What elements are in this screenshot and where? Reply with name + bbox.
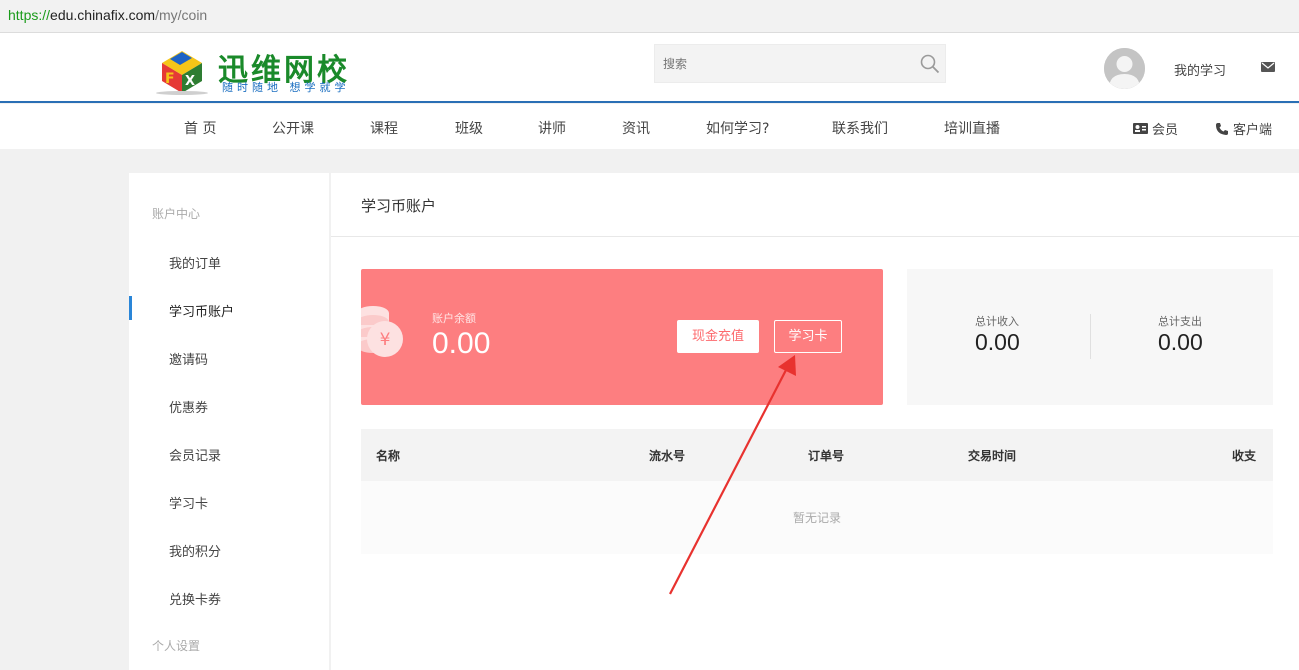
column-header-order: 订单号 xyxy=(808,449,845,463)
sidebar-item-invite-code[interactable]: 邀请码 xyxy=(169,349,208,368)
coin-account-panel: 学习币账户 ¥ 账户余额 0.00 现金充值 学习卡 总计收入 0.00 总计支… xyxy=(331,173,1299,670)
nav-client-link[interactable]: 客户端 xyxy=(1215,119,1272,138)
main-nav: 首 页 公开课 课程 班级 讲师 资讯 如何学习? 联系我们 培训直播 会员 客… xyxy=(0,104,1299,149)
balance-value: 0.00 xyxy=(432,327,491,360)
coin-stack-icon: ¥ xyxy=(361,306,403,357)
logo-cube-icon: F X xyxy=(156,51,208,95)
phone-icon xyxy=(1216,122,1228,135)
total-income-value: 0.00 xyxy=(975,329,1020,355)
nav-item-courses[interactable]: 课程 xyxy=(370,118,398,138)
my-learning-link[interactable]: 我的学习 xyxy=(1174,60,1226,79)
nav-item-open-class[interactable]: 公开课 xyxy=(272,118,314,138)
nav-member-label: 会员 xyxy=(1152,123,1179,138)
sidebar-item-member-records[interactable]: 会员记录 xyxy=(169,445,221,464)
url-scheme: https:// xyxy=(8,7,51,23)
nav-item-classes[interactable]: 班级 xyxy=(455,118,483,138)
sidebar-section-personal: 个人设置 xyxy=(152,639,201,653)
page-title: 学习币账户 xyxy=(361,197,437,215)
balance-card: ¥ 账户余额 0.00 现金充值 学习卡 xyxy=(361,269,883,405)
total-income-label: 总计收入 xyxy=(975,315,1019,328)
browser-url-bar[interactable]: https://edu.chinafix.com/my/coin xyxy=(0,0,1299,33)
svg-text:F: F xyxy=(165,71,175,87)
url-text[interactable]: https://edu.chinafix.com/my/coin xyxy=(8,7,207,23)
sidebar-item-study-card[interactable]: 学习卡 xyxy=(169,493,208,512)
total-expense-value: 0.00 xyxy=(1158,329,1203,355)
nav-item-how-to-learn[interactable]: 如何学习? xyxy=(706,118,769,138)
column-header-serial: 流水号 xyxy=(649,449,686,463)
logo-subtitle: 随时随地 想学就学 xyxy=(222,81,350,94)
sidebar-item-coupons[interactable]: 优惠券 xyxy=(169,397,208,416)
svg-text:X: X xyxy=(185,74,195,89)
nav-item-contact[interactable]: 联系我们 xyxy=(832,118,888,138)
search-box xyxy=(654,44,946,83)
site-header: F X 迅维网校 随时随地 想学就学 我的学习 xyxy=(0,33,1299,103)
nav-member-link[interactable]: 会员 xyxy=(1133,119,1178,138)
total-expense-label: 总计支出 xyxy=(1158,315,1202,328)
sidebar-active-indicator xyxy=(129,296,132,320)
site-logo[interactable]: F X 迅维网校 随时随地 想学就学 xyxy=(152,43,372,97)
nav-client-label: 客户端 xyxy=(1233,123,1273,138)
user-avatar[interactable] xyxy=(1104,48,1145,89)
sidebar-item-coin-account[interactable]: 学习币账户 xyxy=(169,301,234,320)
study-card-button[interactable]: 学习卡 xyxy=(774,320,842,353)
sidebar-item-orders[interactable]: 我的订单 xyxy=(169,253,221,272)
transactions-table-body: 暂无记录 xyxy=(361,481,1273,554)
nav-item-home[interactable]: 首 页 xyxy=(184,118,216,138)
account-sidebar: 账户中心 我的订单 学习币账户 邀请码 优惠券 会员记录 学习卡 我的积分 兑换… xyxy=(129,173,329,670)
balance-label: 账户余额 xyxy=(432,312,476,325)
column-header-name: 名称 xyxy=(376,449,401,463)
mail-icon[interactable] xyxy=(1261,61,1275,73)
search-input[interactable] xyxy=(655,45,905,82)
nav-item-live-training[interactable]: 培训直播 xyxy=(944,118,1000,138)
nav-item-news[interactable]: 资讯 xyxy=(622,118,650,138)
svg-text:¥: ¥ xyxy=(380,330,391,350)
nav-item-teachers[interactable]: 讲师 xyxy=(538,118,566,138)
transactions-table-header: 名称 流水号 订单号 交易时间 收支 xyxy=(361,429,1273,481)
avatar-person-icon xyxy=(1104,48,1145,89)
sidebar-item-points[interactable]: 我的积分 xyxy=(169,541,221,560)
title-divider xyxy=(331,236,1299,237)
sidebar-section-account: 账户中心 xyxy=(152,207,201,221)
url-domain: edu.chinafix.com xyxy=(50,7,156,23)
member-card-icon xyxy=(1133,123,1148,134)
search-icon[interactable] xyxy=(919,53,941,75)
column-header-amount: 收支 xyxy=(1232,449,1257,463)
sidebar-item-redeem[interactable]: 兑换卡券 xyxy=(169,589,221,608)
empty-records-text: 暂无记录 xyxy=(792,511,841,525)
column-header-time: 交易时间 xyxy=(968,449,1017,463)
cash-recharge-button[interactable]: 现金充值 xyxy=(677,320,759,353)
stats-divider xyxy=(1090,314,1091,359)
totals-card: 总计收入 0.00 总计支出 0.00 xyxy=(907,269,1273,405)
url-path: /my/coin xyxy=(155,7,208,23)
